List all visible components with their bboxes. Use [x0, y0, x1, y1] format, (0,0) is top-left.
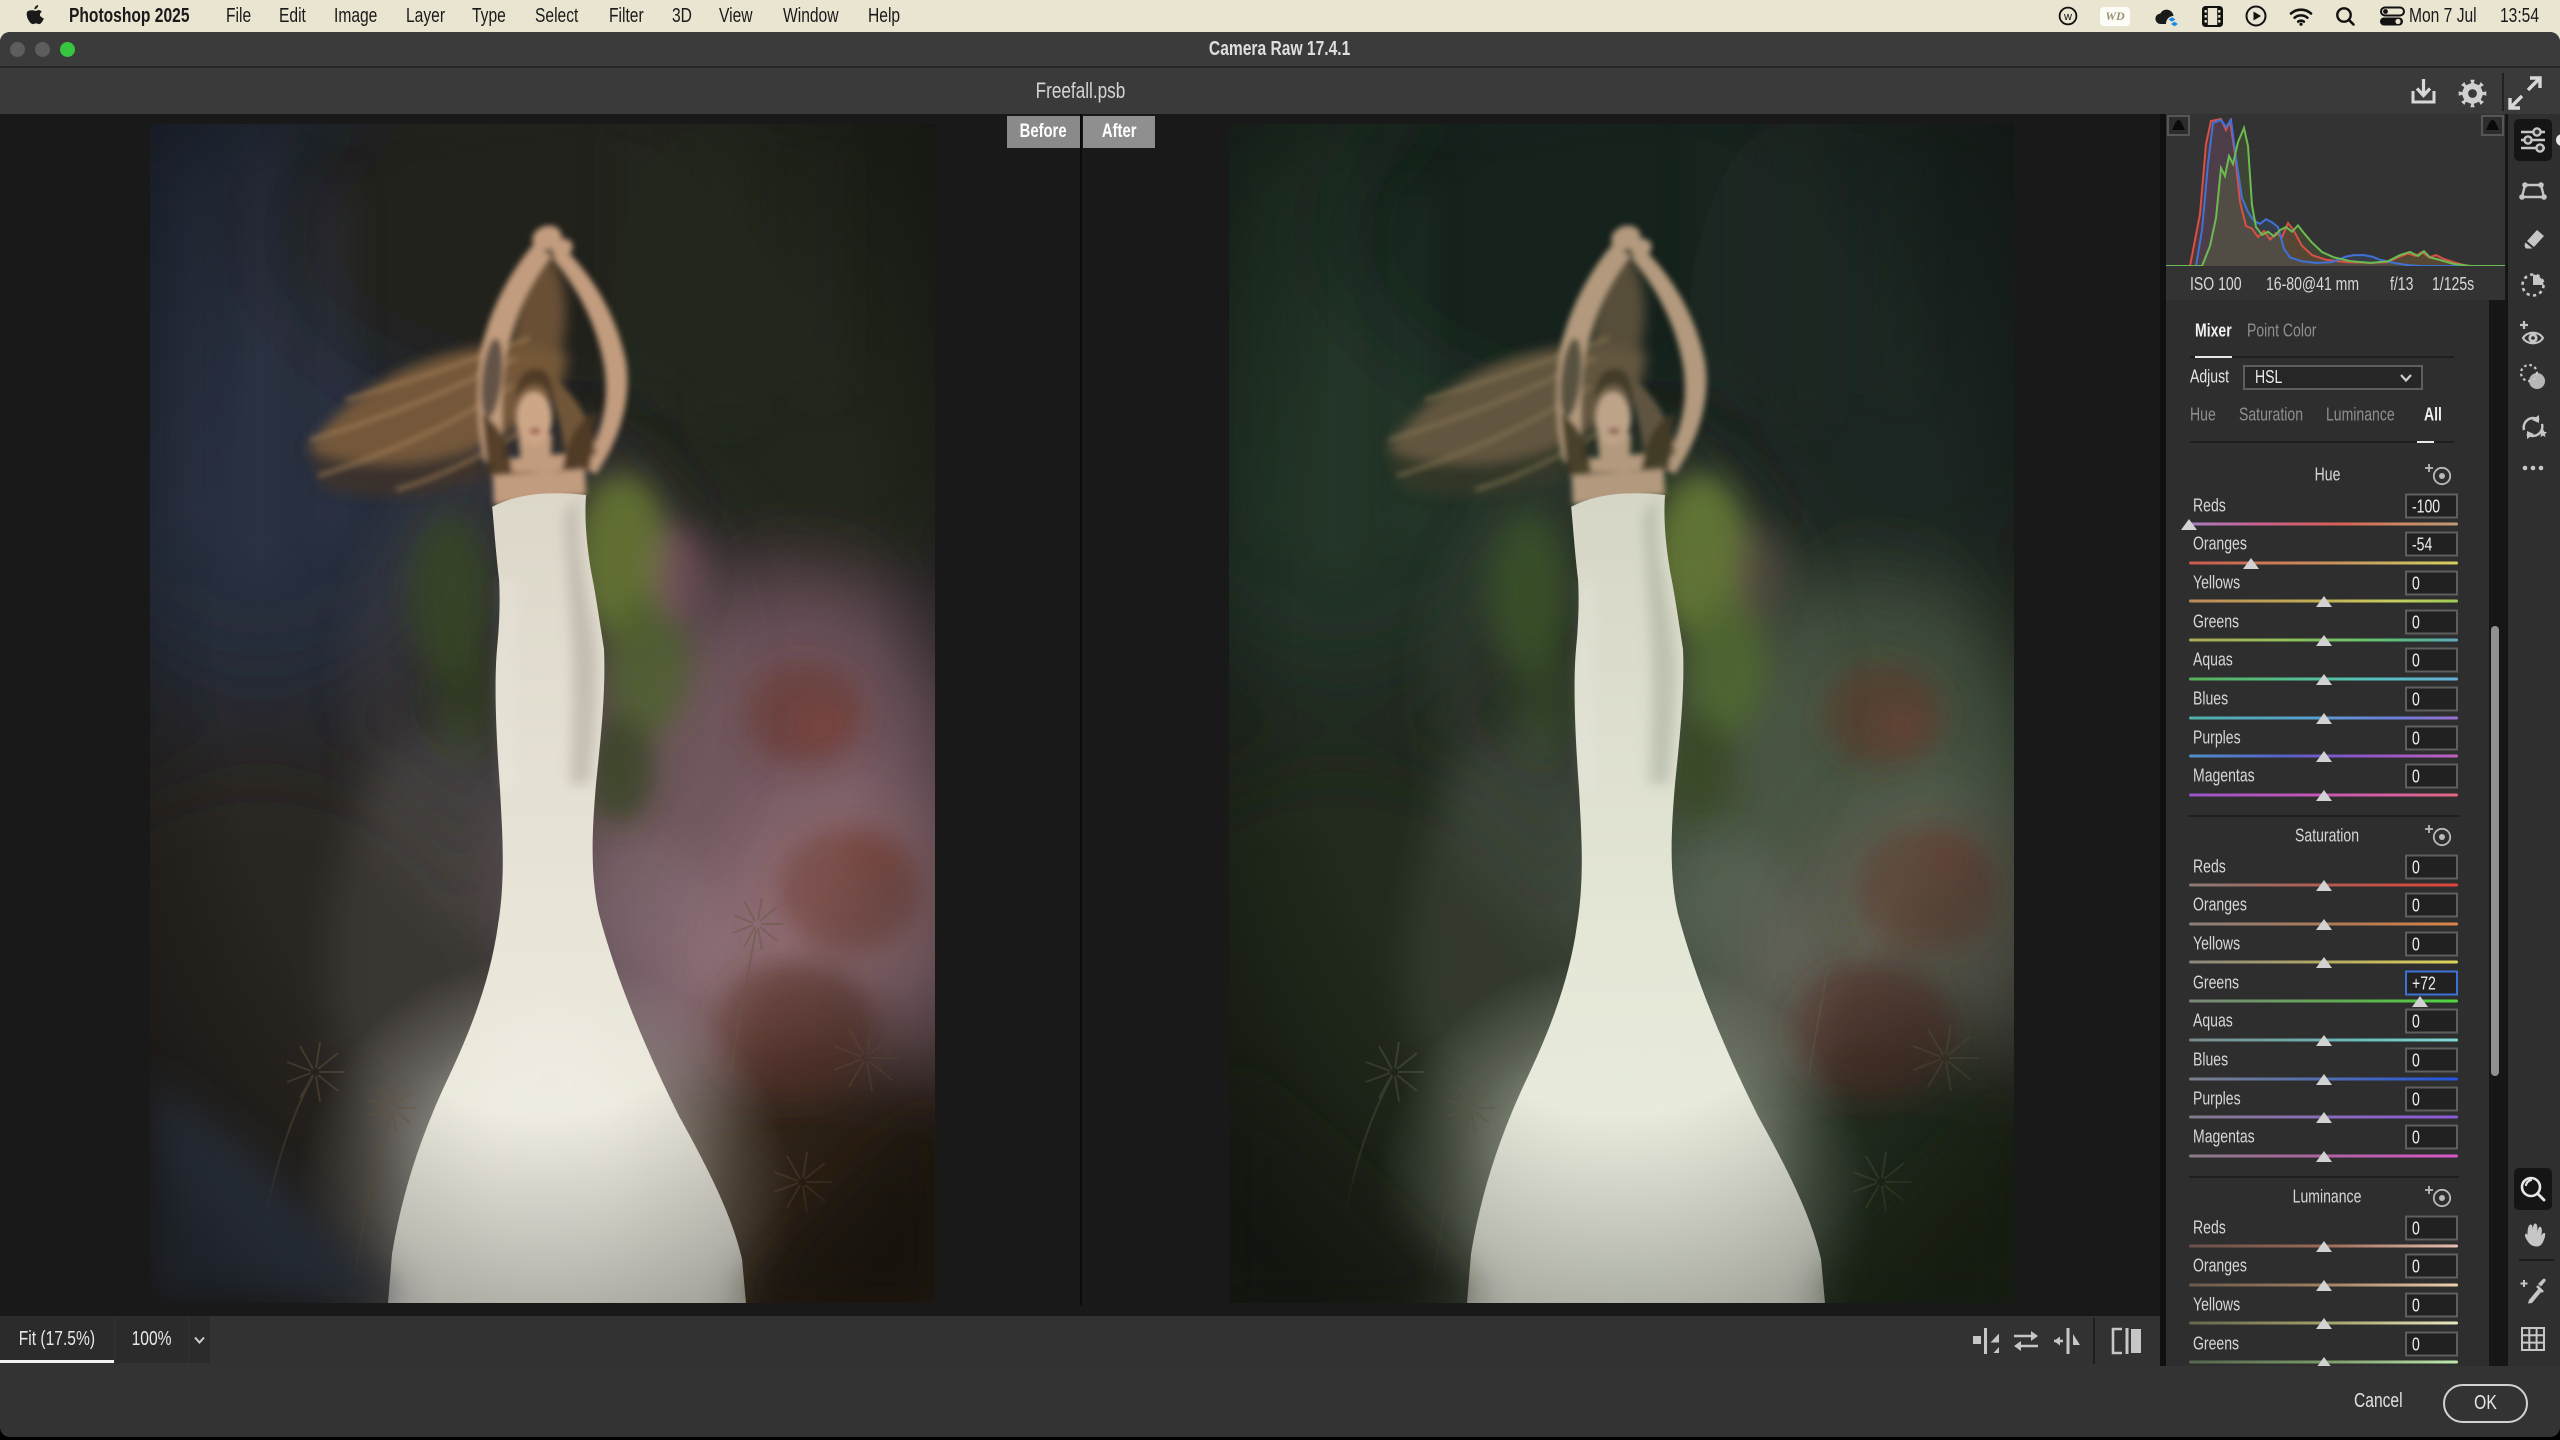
svg-text:w: w [2063, 11, 2072, 23]
